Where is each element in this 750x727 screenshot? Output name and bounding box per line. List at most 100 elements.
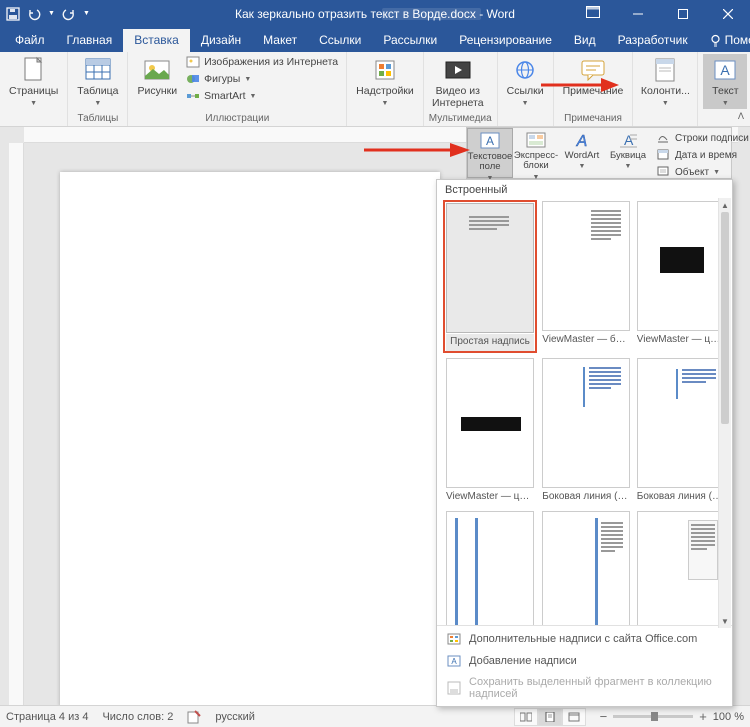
- group-headerfooter-label: [638, 113, 692, 125]
- gallery-item-simple[interactable]: Простая надпись: [443, 200, 537, 353]
- draw-textbox-button[interactable]: A Добавление надписи: [437, 650, 732, 672]
- gallery-item-aspect-panel2[interactable]: Боковая панель "Асп...: [541, 510, 632, 625]
- zoom-value[interactable]: 100 %: [713, 711, 744, 723]
- gallery-scrollbar[interactable]: ▲ ▼: [718, 198, 731, 628]
- gallery-item-viewmaster-side[interactable]: ViewMaster — боков...: [541, 200, 632, 353]
- gallery-item-aspect-panel1[interactable]: Боковая панель "Асп...: [443, 510, 537, 625]
- quickparts-button[interactable]: Экспресс-блоки▼: [513, 128, 559, 178]
- gallery-item-viewmaster-quote1[interactable]: ViewMaster — цитата...: [636, 200, 727, 353]
- shapes-label: Фигуры: [204, 73, 240, 85]
- ribbon-display-options-icon[interactable]: [586, 6, 600, 18]
- signature-line-button[interactable]: Строки подписи ▼: [654, 130, 750, 146]
- tab-file[interactable]: Файл: [4, 29, 56, 52]
- gallery-footer: Дополнительные надписи с сайта Office.co…: [437, 625, 732, 706]
- maximize-button[interactable]: [660, 0, 705, 27]
- wordart-icon: A: [567, 131, 597, 149]
- zoom-in-button[interactable]: +: [699, 709, 707, 724]
- document-page[interactable]: [60, 172, 440, 707]
- undo-dropdown-icon[interactable]: ▼: [48, 10, 55, 17]
- scroll-up-icon[interactable]: ▲: [719, 198, 731, 212]
- status-language[interactable]: русский: [215, 711, 254, 723]
- ribbon: Страницы▼ Таблица▼ Таблицы Рисунки Изобр…: [0, 52, 750, 127]
- tab-references[interactable]: Ссылки: [308, 29, 372, 52]
- group-tables-label: Таблицы: [73, 113, 122, 125]
- dropcap-button[interactable]: A Буквица▼: [605, 128, 651, 178]
- links-button[interactable]: Ссылки▼: [503, 54, 548, 109]
- textbox-gallery: Встроенный Простая надпись ViewM: [436, 179, 733, 707]
- addins-label: Надстройки: [356, 86, 414, 98]
- online-pictures-button[interactable]: Изображения из Интернета: [183, 54, 341, 70]
- group-media-label: Мультимедиа: [429, 113, 492, 125]
- object-button[interactable]: Объект ▼: [654, 164, 750, 180]
- smartart-button[interactable]: SmartArt ▼: [183, 88, 341, 104]
- tab-developer[interactable]: Разработчик: [607, 29, 699, 52]
- more-from-office-button[interactable]: Дополнительные надписи с сайта Office.co…: [437, 628, 732, 650]
- save-to-gallery-label: Сохранить выделенный фрагмент в коллекци…: [469, 676, 722, 700]
- tab-help[interactable]: Помощь: [699, 29, 750, 52]
- title-shade: [382, 8, 481, 20]
- save-icon[interactable]: [6, 7, 20, 21]
- headerfooter-button[interactable]: Колонти...▼: [638, 54, 692, 109]
- gallery-item-semaphore-panel[interactable]: Боковая панель "Се...: [636, 510, 727, 625]
- group-media: Видео из Интернета Мультимедиа: [424, 52, 498, 126]
- object-icon: [657, 165, 671, 179]
- gallery-item-sideline-side[interactable]: Боковая линия (боко...: [541, 357, 632, 506]
- pictures-button[interactable]: Рисунки: [133, 54, 181, 100]
- collapse-ribbon-icon[interactable]: ᐱ: [738, 111, 744, 122]
- scroll-thumb[interactable]: [721, 212, 729, 424]
- comment-button[interactable]: Примечание: [559, 54, 628, 100]
- group-illustrations: Рисунки Изображения из Интернета Фигуры …: [128, 52, 347, 126]
- scroll-down-icon[interactable]: ▼: [719, 614, 731, 628]
- gallery-header: Встроенный: [437, 180, 732, 198]
- pages-label: Страницы: [9, 86, 58, 98]
- view-print-layout[interactable]: [538, 708, 562, 726]
- wordart-button[interactable]: A WordArt▼: [559, 128, 605, 178]
- status-page[interactable]: Страница 4 из 4: [6, 711, 88, 723]
- view-read-mode[interactable]: [514, 708, 538, 726]
- quickparts-label: Экспресс-блоки: [514, 151, 558, 172]
- group-tables: Таблица▼ Таблицы: [68, 52, 128, 126]
- table-button[interactable]: Таблица▼: [73, 54, 122, 109]
- zoom-slider-thumb[interactable]: [651, 712, 658, 721]
- group-addins: Надстройки▼: [347, 52, 424, 126]
- textbox-icon: A: [475, 132, 505, 150]
- tab-view[interactable]: Вид: [563, 29, 607, 52]
- zoom-out-button[interactable]: −: [600, 709, 608, 724]
- datetime-button[interactable]: Дата и время: [654, 147, 750, 163]
- text-button[interactable]: A Текст▼: [703, 54, 747, 109]
- qat-customize-icon[interactable]: ▼: [83, 10, 90, 17]
- vertical-ruler[interactable]: [9, 143, 24, 705]
- view-web-layout[interactable]: [562, 708, 586, 726]
- gallery-item-sideline-quote[interactable]: Боковая линия (цита...: [636, 357, 727, 506]
- status-proofing-icon[interactable]: [187, 710, 201, 724]
- addins-button[interactable]: Надстройки▼: [352, 54, 418, 109]
- datetime-icon: [657, 148, 671, 162]
- group-comments-label: Примечания: [559, 113, 628, 125]
- zoom-slider[interactable]: [613, 715, 693, 718]
- shapes-button[interactable]: Фигуры ▼: [183, 71, 341, 87]
- comment-icon: [578, 56, 608, 84]
- tab-mailings[interactable]: Рассылки: [372, 29, 448, 52]
- status-wordcount[interactable]: Число слов: 2: [102, 711, 173, 723]
- video-icon: [443, 56, 473, 84]
- svg-text:A: A: [451, 657, 457, 666]
- tab-home[interactable]: Главная: [56, 29, 124, 52]
- svg-text:A: A: [486, 134, 494, 148]
- minimize-button[interactable]: [615, 0, 660, 27]
- wordart-label: WordArt: [565, 151, 600, 161]
- tab-layout[interactable]: Макет: [252, 29, 308, 52]
- gallery-item-label: ViewMaster — цитата...: [446, 489, 534, 506]
- textbox-dropdown-button[interactable]: A Текстовое поле▼: [467, 128, 513, 178]
- pages-button[interactable]: Страницы▼: [5, 54, 62, 109]
- undo-icon[interactable]: [27, 7, 41, 21]
- tab-design[interactable]: Дизайн: [190, 29, 252, 52]
- close-button[interactable]: [705, 0, 750, 27]
- redo-icon[interactable]: [62, 7, 76, 21]
- tab-insert[interactable]: Вставка: [123, 29, 190, 52]
- draw-textbox-label: Добавление надписи: [469, 655, 577, 667]
- headerfooter-label: Колонти...: [641, 86, 690, 98]
- tab-review[interactable]: Рецензирование: [448, 29, 563, 52]
- gallery-item-viewmaster-quote2[interactable]: ViewMaster — цитата...: [443, 357, 537, 506]
- online-video-button[interactable]: Видео из Интернета: [429, 54, 487, 111]
- group-headerfooter: Колонти...▼: [633, 52, 698, 126]
